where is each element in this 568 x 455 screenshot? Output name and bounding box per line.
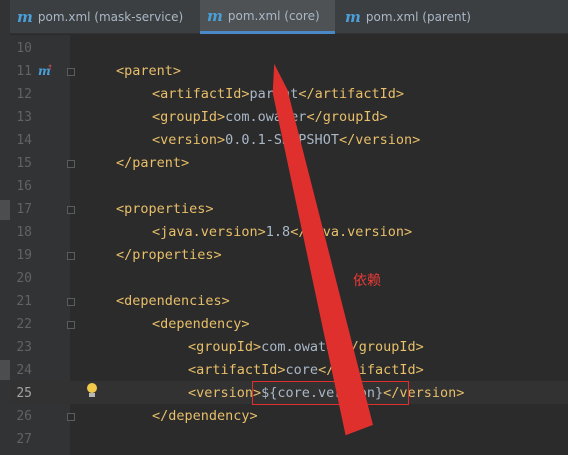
line-number: 12	[16, 87, 32, 102]
code-line[interactable]: <dependencies>	[116, 290, 230, 313]
xml-tag: </dependency>	[152, 408, 258, 424]
code-line[interactable]: <artifactId>core</artifactId>	[188, 359, 424, 382]
line-number: 24	[16, 363, 32, 378]
highlight-box	[252, 381, 409, 405]
tab-label: pom.xml (core)	[227, 8, 320, 23]
xml-text: core	[285, 362, 319, 378]
xml-text: com.owater	[225, 109, 307, 125]
xml-tag: <java.version>	[152, 224, 266, 240]
xml-text: 1.8	[265, 224, 291, 240]
line-number: 11	[16, 64, 32, 79]
maven-m-icon: m	[345, 8, 361, 26]
xml-tag: <artifactId>	[188, 362, 286, 378]
code-line[interactable]: <version>0.0.1-SNAPSHOT</version>	[152, 129, 420, 152]
tab-pom-parent[interactable]: m pom.xml (parent)	[338, 0, 478, 34]
xml-tag: <groupId>	[188, 339, 262, 355]
line-number: 21	[16, 294, 32, 309]
fold-marker-icon[interactable]	[67, 321, 75, 329]
xml-text: com.owater	[261, 339, 343, 355]
xml-tag: </groupId>	[342, 339, 424, 355]
xml-tag: <dependency>	[152, 316, 250, 332]
code-line[interactable]: <parent>	[116, 60, 181, 83]
code-line[interactable]: <artifactId>parent</artifactId>	[152, 83, 404, 106]
line-number: 15	[16, 156, 32, 171]
xml-tag: <parent>	[116, 63, 182, 79]
line-number: 26	[16, 409, 32, 424]
line-number: 19	[16, 248, 32, 263]
strip-marker	[0, 200, 10, 220]
tab-label: pom.xml (mask-service)	[37, 10, 184, 24]
tab-label: pom.xml (parent)	[365, 10, 471, 24]
fold-marker-icon[interactable]	[67, 252, 75, 260]
line-number: 27	[16, 432, 32, 447]
fold-marker-icon[interactable]	[67, 413, 75, 421]
line-number: 17	[16, 202, 32, 217]
fold-marker-icon[interactable]	[67, 206, 75, 214]
code-line[interactable]: <groupId>com.owater</groupId>	[152, 106, 388, 129]
fold-marker-icon[interactable]	[67, 160, 75, 168]
code-line[interactable]: <java.version>1.8</java.version>	[152, 221, 412, 244]
line-number: 14	[16, 133, 32, 148]
code-line[interactable]: </parent>	[116, 152, 189, 175]
code-line[interactable]: </properties>	[116, 244, 222, 267]
xml-tag: </parent>	[116, 155, 190, 171]
annotation-label: 依赖	[353, 273, 381, 289]
code-line[interactable]: </dependency>	[152, 405, 258, 428]
editor-tab-bar: m pom.xml (mask-service) m pom.xml (core…	[10, 0, 568, 34]
line-number: 18	[16, 225, 32, 240]
tab-pom-mask-service[interactable]: m pom.xml (mask-service)	[10, 0, 195, 34]
line-number: 13	[16, 110, 32, 125]
xml-tag: <groupId>	[152, 109, 226, 125]
xml-tag: </artifactId>	[298, 86, 404, 102]
strip-marker	[0, 360, 10, 380]
line-number: 16	[16, 179, 32, 194]
code-line[interactable]: <groupId>com.owater</groupId>	[188, 336, 424, 359]
xml-tag: </artifactId>	[318, 362, 424, 378]
xml-tag: <dependencies>	[116, 293, 230, 309]
fold-marker-icon[interactable]	[67, 298, 75, 306]
xml-tag: </groupId>	[306, 109, 388, 125]
lightbulb-icon[interactable]	[86, 383, 98, 397]
line-number: 22	[16, 317, 32, 332]
xml-text: 0.0.1-SNAPSHOT	[225, 132, 339, 148]
line-number: 25	[16, 386, 32, 401]
line-number: 10	[16, 41, 32, 56]
xml-tag: <version>	[152, 132, 226, 148]
xml-tag: <properties>	[116, 201, 214, 217]
xml-tag: </version>	[338, 132, 421, 148]
maven-m-icon: m	[17, 8, 33, 26]
xml-tag: <artifactId>	[152, 86, 250, 102]
code-line[interactable]: <properties>	[116, 198, 214, 221]
up-arrow-icon: ↑	[47, 62, 54, 73]
xml-text: parent	[249, 86, 299, 102]
maven-m-icon: m	[207, 6, 223, 25]
tab-pom-core[interactable]: m pom.xml (core)	[200, 0, 335, 34]
line-number: 23	[16, 340, 32, 355]
left-tool-strip	[0, 0, 10, 455]
xml-tag: </java.version>	[290, 224, 413, 240]
xml-tag: </properties>	[116, 247, 222, 263]
xml-tag: <version>	[188, 385, 262, 401]
code-line[interactable]: <dependency>	[152, 313, 250, 336]
fold-marker-icon[interactable]	[67, 68, 75, 76]
line-number: 20	[16, 271, 32, 286]
